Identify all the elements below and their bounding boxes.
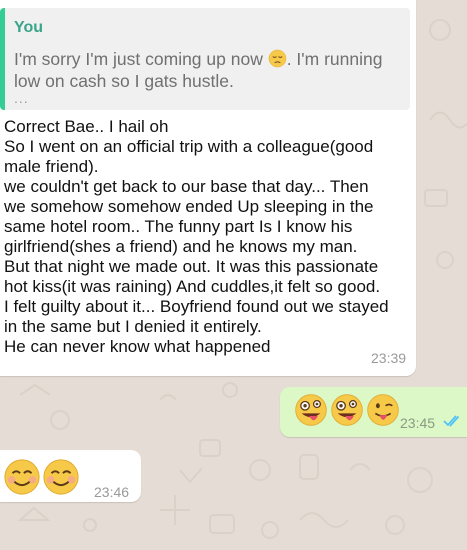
zany-face-icon [331,394,363,426]
message-line: hot kiss(it was raining) And cuddles,it … [4,277,381,296]
incoming-message-bubble[interactable]: 23:46 [0,450,141,502]
message-line: I felt guilty about it... Boyfriend foun… [4,297,389,316]
message-timestamp: 23:46 [94,484,130,500]
incoming-message-bubble[interactable]: You I'm sorry I'm just coming up now . I… [0,0,416,376]
outgoing-message-bubble[interactable]: 23:45 [280,387,467,437]
smiling-face-icon [4,459,40,495]
quote-text: I'm sorry I'm just coming up now . I'm r… [14,48,409,92]
winking-tongue-face-icon [367,394,399,426]
double-check-icon [443,415,460,427]
message-line: Correct Bae.. I hail oh [4,117,169,136]
emoji-row [294,393,400,427]
message-line: same hotel room.. The funny part Is I kn… [4,217,353,236]
message-line: girlfriend(shes a friend) and he knows m… [4,237,358,256]
message-line: So I went on an official trip with a col… [4,137,374,156]
quoted-message[interactable]: You I'm sorry I'm just coming up now . I… [0,8,410,110]
message-line: we couldn't get back to our base that da… [4,177,369,196]
quote-more: ... [14,90,29,106]
message-line: we somehow somehow ended Up sleeping in … [4,197,374,216]
zany-face-icon [295,394,327,426]
emoji-row [3,458,80,496]
message-line: He can never know what happened [4,337,271,356]
quote-text-line1b: . I'm running [286,49,383,69]
message-line: male friend). [4,157,99,176]
message-text: Correct Bae.. I hail oh So I went on an … [4,117,414,357]
quote-author: You [14,19,44,36]
message-timestamp: 23:39 [371,350,407,366]
quote-text-line2: low on cash so I gats hustle. [14,71,234,91]
smiling-face-icon [43,459,79,495]
message-timestamp: 23:45 [400,415,436,431]
pensive-face-icon [268,49,286,68]
message-line: in the same but I denied it entirely. [4,317,262,336]
quote-text-line1a: I'm sorry I'm just coming up now [14,49,268,69]
message-line: But that night we made out. It was this … [4,257,379,276]
